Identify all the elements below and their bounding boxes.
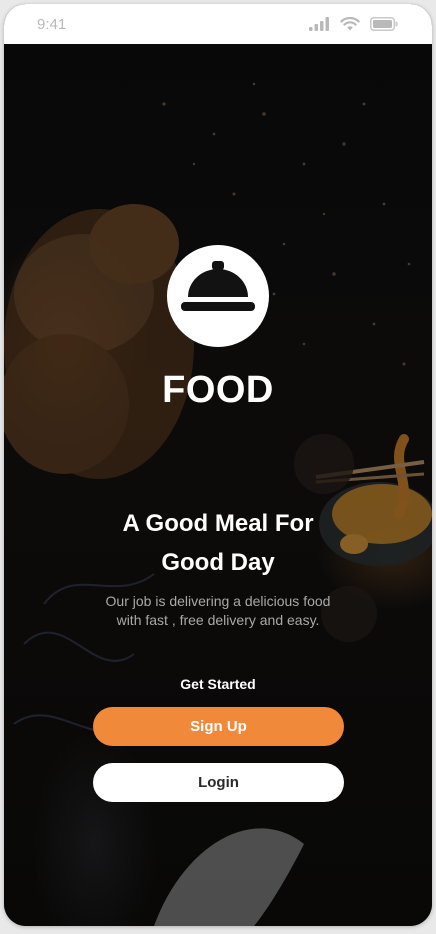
headline: A Good Meal For Good Day xyxy=(4,504,432,582)
headline-line-1: A Good Meal For xyxy=(122,510,314,537)
headline-line-2: Good Day xyxy=(161,549,275,576)
status-bar: 9:41 xyxy=(4,4,432,44)
status-icons xyxy=(309,17,398,31)
sign-up-button[interactable]: Sign Up xyxy=(93,707,344,746)
phone-screen: 9:41 FOOD A Good Meal For Good Day Our j… xyxy=(4,4,432,926)
subtext: Our job is delivering a delicious food w… xyxy=(4,592,432,630)
brand-name: FOOD xyxy=(162,369,274,411)
hero-background: FOOD A Good Meal For Good Day Our job is… xyxy=(4,44,432,926)
signal-icon xyxy=(309,17,329,31)
wifi-icon xyxy=(340,17,360,31)
subtext-line-1: Our job is delivering a delicious food xyxy=(105,593,331,609)
login-button[interactable]: Login xyxy=(93,763,344,802)
get-started-label: Get Started xyxy=(180,676,256,692)
status-time: 9:41 xyxy=(37,15,67,33)
battery-icon xyxy=(370,17,398,31)
subtext-line-2: with fast , free delivery and easy. xyxy=(116,612,320,628)
cloche-icon xyxy=(167,245,269,347)
